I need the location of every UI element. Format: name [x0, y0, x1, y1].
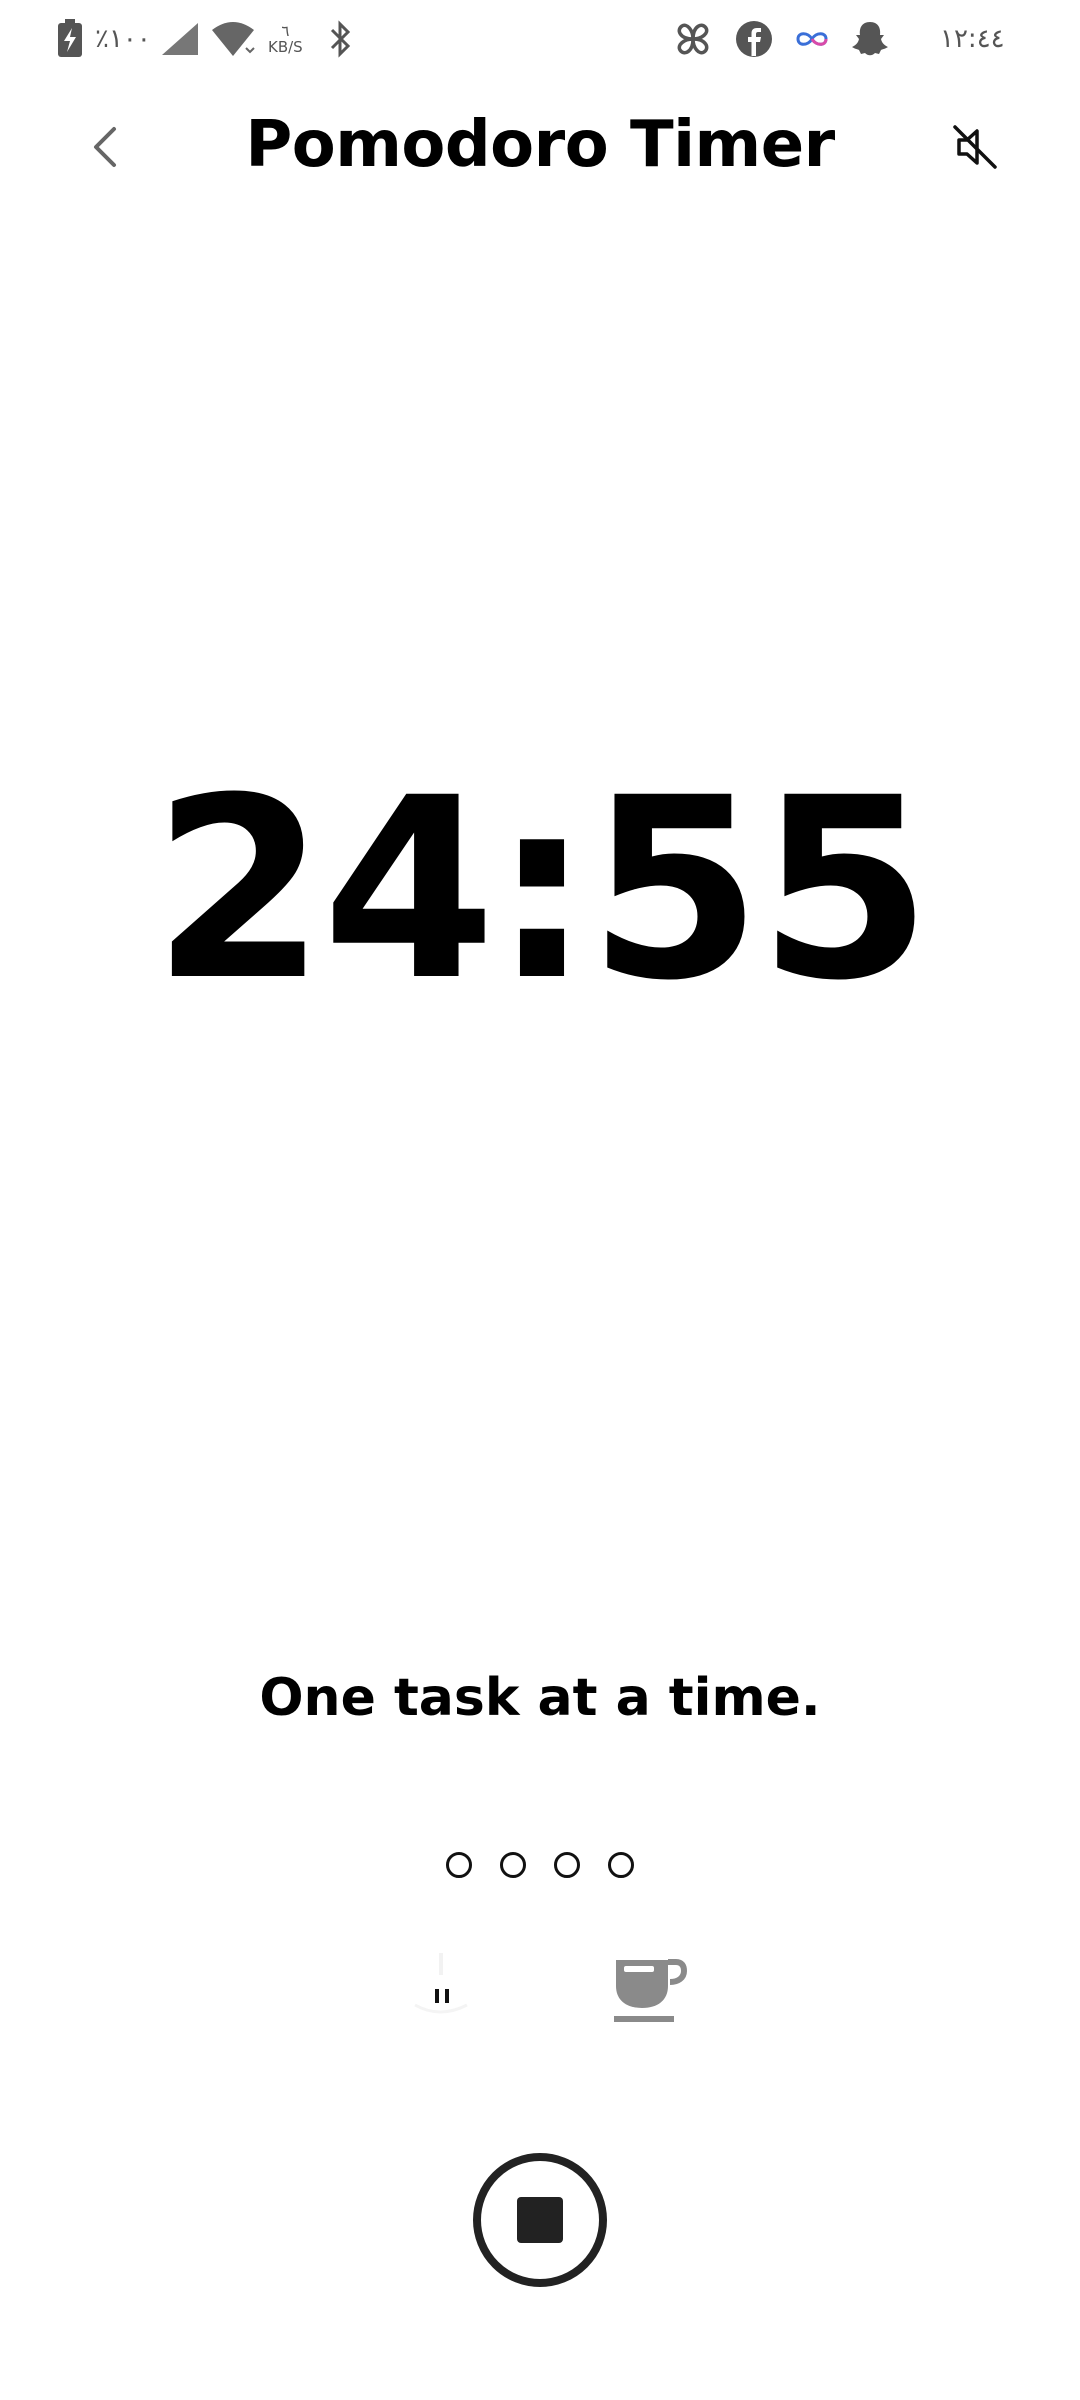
status-clock: ١٢:٤٤	[940, 24, 1005, 54]
timer-display: 24:55	[152, 744, 932, 1035]
coffee-cup-icon	[614, 1959, 688, 2022]
stop-button[interactable]	[473, 2153, 607, 2287]
status-bar: ٪١٠٠ ٦ KB/S ١٢:٤٤	[0, 0, 1080, 80]
bluetooth-icon	[328, 14, 352, 64]
work-mode-icon	[414, 1953, 468, 2014]
session-progress	[0, 1852, 1080, 1878]
facebook-icon	[735, 14, 773, 64]
sound-toggle-button[interactable]	[940, 112, 1010, 182]
net-speed-unit: KB/S	[268, 38, 303, 56]
page-title: Pomodoro Timer	[245, 108, 835, 182]
battery-percent: ٪١٠٠	[95, 24, 151, 54]
pinwheel-icon	[672, 14, 714, 64]
break-mode-button[interactable]	[610, 1950, 690, 2030]
session-dot	[554, 1852, 580, 1878]
stop-icon	[517, 2197, 563, 2243]
app-bar: Pomodoro Timer	[0, 90, 1080, 200]
signal-icon	[160, 14, 200, 64]
session-dot	[608, 1852, 634, 1878]
net-speed-value: ٦	[281, 22, 290, 40]
infinity-icon	[793, 14, 831, 64]
battery-charging-icon	[55, 14, 85, 64]
snapchat-icon	[850, 14, 890, 64]
sound-off-icon	[953, 125, 997, 169]
pomodoro-screen: ٪١٠٠ ٦ KB/S ١٢:٤٤ Pomodoro Timer 24:55 O…	[0, 0, 1080, 2400]
session-dot	[446, 1852, 472, 1878]
work-mode-button[interactable]	[395, 1945, 485, 2025]
wifi-icon	[210, 14, 256, 64]
session-dot	[500, 1852, 526, 1878]
motivation-text: One task at a time.	[259, 1668, 821, 1728]
